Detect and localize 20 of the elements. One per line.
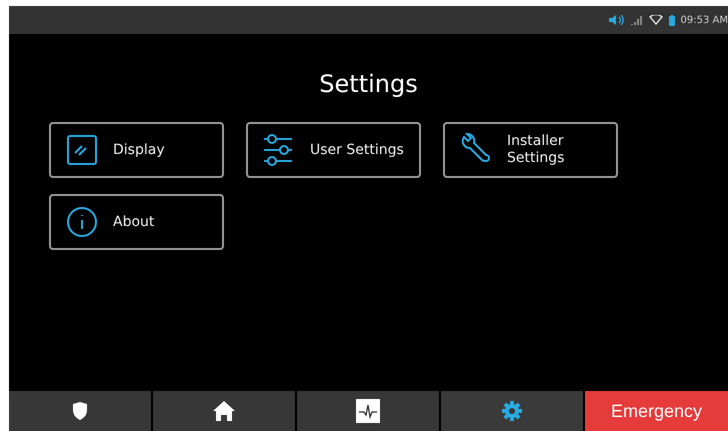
- info-icon: [65, 205, 99, 239]
- settings-tile[interactable]: About: [49, 194, 224, 250]
- speaker-icon: [608, 15, 625, 25]
- pulse-icon: [356, 399, 380, 423]
- settings-tile[interactable]: Display: [49, 122, 224, 178]
- battery-icon: [668, 14, 675, 26]
- settings-tile[interactable]: User Settings: [246, 122, 421, 178]
- signal-icon: [630, 15, 643, 25]
- home-icon: [213, 401, 235, 421]
- settings-icon: [502, 401, 522, 421]
- nav-tab[interactable]: [153, 391, 295, 431]
- clock-time: 09:53 AM: [680, 14, 728, 26]
- display-icon: [65, 133, 99, 167]
- nav-tab[interactable]: [9, 391, 151, 431]
- nav-tab[interactable]: [297, 391, 439, 431]
- page-title: Settings: [319, 70, 418, 98]
- settings-tile[interactable]: Installer Settings: [443, 122, 618, 178]
- emergency-button[interactable]: Emergency: [585, 391, 728, 431]
- shield-icon: [72, 402, 88, 420]
- wifi-icon: [648, 15, 663, 25]
